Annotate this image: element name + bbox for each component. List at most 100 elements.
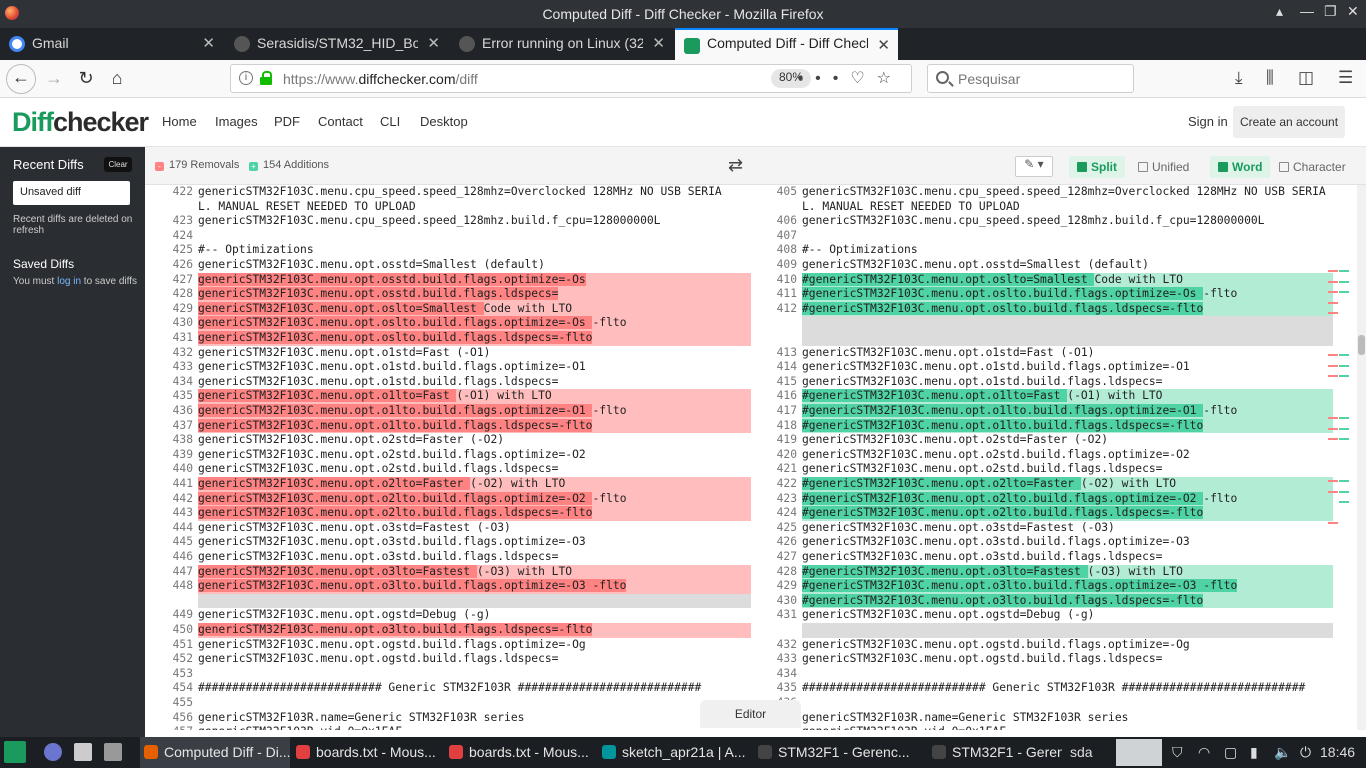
- word-diff-button[interactable]: Word: [1210, 156, 1271, 178]
- split-view-button[interactable]: Split: [1069, 156, 1125, 178]
- removed-line: 431 genericSTM32F103C.menu.opt.oslto.buil…: [145, 331, 751, 346]
- app-icon: [296, 745, 310, 759]
- nav-cli[interactable]: CLI: [380, 114, 400, 129]
- lock-icon[interactable]: [260, 71, 272, 85]
- close-tab-icon[interactable]: ✕: [202, 34, 215, 52]
- info-icon[interactable]: i: [239, 71, 253, 85]
- wifi-icon[interactable]: ◠: [1198, 744, 1210, 761]
- back-icon[interactable]: ←: [6, 64, 36, 94]
- minimap-mark: [1339, 354, 1349, 356]
- start-menu-icon[interactable]: [4, 741, 26, 763]
- taskbar-item[interactable]: STM32F1 - Gerenc...: [928, 737, 1062, 768]
- maximize-icon[interactable]: ❐: [1324, 3, 1337, 20]
- sidebar-toggle-icon[interactable]: ◫: [1298, 68, 1314, 88]
- volume-icon[interactable]: 🔈: [1274, 744, 1291, 761]
- clear-button[interactable]: Clear: [104, 157, 132, 172]
- tab-gmail[interactable]: Gmail ✕: [0, 28, 223, 60]
- more-actions-icon[interactable]: •••: [798, 70, 851, 87]
- diff-minimap[interactable]: [1328, 185, 1350, 730]
- line-number: 443: [172, 506, 193, 520]
- bookmark-star-icon[interactable]: ☆: [877, 70, 903, 87]
- close-window-icon[interactable]: ✕: [1347, 3, 1359, 20]
- character-diff-button[interactable]: Character: [1271, 156, 1354, 178]
- line-highlight: [198, 593, 751, 609]
- diff-line: 409 genericSTM32F103C.menu.opt.osstd=Smal…: [749, 258, 1329, 273]
- minimap-mark: [1328, 280, 1338, 283]
- notification-icon[interactable]: ⏻: [1300, 744, 1311, 761]
- taskbar-item[interactable]: boards.txt - Mous...: [445, 737, 595, 768]
- nav-contact[interactable]: Contact: [318, 114, 363, 129]
- home-icon[interactable]: ⌂: [103, 66, 131, 92]
- line-text: genericSTM32F103C.menu.opt.o1std.build.f…: [802, 360, 1190, 374]
- tab-github-serasidis[interactable]: Serasidis/STM32_HID_Boo ✕: [225, 28, 448, 60]
- line-text: genericSTM32F103R.vid.0=0x1EAF: [198, 725, 402, 730]
- reload-icon[interactable]: ↻: [72, 66, 100, 92]
- diffchecker-logo[interactable]: Diffchecker: [12, 107, 149, 138]
- scrollbar[interactable]: [1357, 185, 1366, 730]
- minimap-mark: [1328, 301, 1338, 304]
- word-label: Word: [1232, 160, 1263, 174]
- taskbar-item[interactable]: Computed Diff - Di...: [140, 737, 290, 768]
- nav-images[interactable]: Images: [215, 114, 258, 129]
- line-number: 424: [172, 228, 193, 242]
- line-text: #genericSTM32F103C.menu.opt.o3lto.build.…: [802, 579, 1238, 594]
- line-number: 413: [776, 345, 797, 359]
- line-number: 447: [172, 564, 193, 578]
- pocket-icon[interactable]: ♡: [850, 70, 876, 87]
- nav-pdf[interactable]: PDF: [274, 114, 300, 129]
- clock: 18:46: [1320, 744, 1356, 760]
- scrollbar-thumb[interactable]: [1358, 335, 1365, 355]
- close-tab-icon[interactable]: ✕: [877, 36, 890, 54]
- forward-icon[interactable]: →: [40, 66, 68, 92]
- file-manager-icon[interactable]: [74, 743, 92, 761]
- app-icon: [758, 745, 772, 759]
- minimize-icon[interactable]: —: [1300, 3, 1314, 19]
- launcher-icon[interactable]: [44, 743, 62, 761]
- nav-desktop[interactable]: Desktop: [420, 114, 468, 129]
- line-number: 426: [172, 258, 193, 271]
- keyboard-layout[interactable]: sda: [1070, 744, 1093, 760]
- editor-tab[interactable]: Editor: [700, 700, 801, 728]
- library-icon[interactable]: ⫼: [1266, 68, 1274, 88]
- calculator-icon[interactable]: [104, 743, 122, 761]
- nav-home[interactable]: Home: [162, 114, 197, 129]
- line-number: 411: [776, 287, 797, 301]
- diff-line: 433 genericSTM32F103C.menu.opt.o1std.buil…: [145, 360, 751, 375]
- app-icon: [932, 745, 946, 759]
- tab-diffchecker[interactable]: Computed Diff - Diff Check ✕: [675, 28, 898, 60]
- swap-icon[interactable]: ⇄: [728, 155, 743, 176]
- battery-icon[interactable]: ▮: [1250, 744, 1258, 761]
- url-bar[interactable]: i https://www.diffchecker.com/diff 80% •…: [230, 64, 912, 93]
- workspace-pager[interactable]: [1116, 739, 1162, 766]
- search-input[interactable]: Pesquisar: [927, 64, 1134, 93]
- tab-github-error[interactable]: Error running on Linux (32 ✕: [450, 28, 673, 60]
- minimap-mark: [1339, 438, 1349, 440]
- minimize-up-icon[interactable]: ▴: [1276, 3, 1283, 20]
- line-text: genericSTM32F103C.menu.opt.o3std=Fastest…: [198, 520, 511, 534]
- line-text: genericSTM32F103C.menu.opt.o3std.build.f…: [802, 535, 1190, 549]
- shield-icon[interactable]: ⛉: [1172, 744, 1183, 761]
- menu-icon[interactable]: ☰: [1338, 68, 1353, 88]
- taskbar-item[interactable]: boards.txt - Mous...: [292, 737, 442, 768]
- log-in-link[interactable]: log in: [57, 276, 81, 287]
- line-text: genericSTM32F103C.menu.opt.o1lto.build.f…: [198, 404, 627, 419]
- changed-word: genericSTM32F103C.menu.opt.o1lto.build.f…: [198, 418, 593, 432]
- diff-line: 444 genericSTM32F103C.menu.opt.o3std=Fast…: [145, 521, 751, 536]
- close-tab-icon[interactable]: ✕: [652, 34, 665, 52]
- line-text: genericSTM32F103C.menu.opt.o1std.build.f…: [198, 374, 559, 388]
- edit-dropdown-button[interactable]: ✎ ▾: [1015, 156, 1053, 177]
- sign-in-link[interactable]: Sign in: [1188, 114, 1228, 129]
- removed-line: 448 genericSTM32F103C.menu.opt.o3lto.buil…: [145, 579, 751, 594]
- line-text: genericSTM32F103C.menu.opt.o2std.build.f…: [802, 447, 1190, 461]
- download-icon[interactable]: ⤓: [1235, 68, 1243, 88]
- close-tab-icon[interactable]: ✕: [427, 34, 440, 52]
- create-account-button[interactable]: Create an account: [1233, 106, 1345, 138]
- window-title: Computed Diff - Diff Checker - Mozilla F…: [542, 6, 824, 22]
- saved-note: You must log in to save diffs: [13, 276, 138, 287]
- changed-word: genericSTM32F103C.menu.opt.o2lto.build.f…: [198, 491, 593, 505]
- clipboard-icon[interactable]: ▢: [1224, 744, 1237, 761]
- unified-view-button[interactable]: Unified: [1130, 156, 1197, 178]
- unsaved-diff-item[interactable]: Unsaved diff: [13, 181, 130, 205]
- taskbar-item[interactable]: STM32F1 - Gerenc...: [754, 737, 926, 768]
- taskbar-item[interactable]: sketch_apr21a | A...: [598, 737, 750, 768]
